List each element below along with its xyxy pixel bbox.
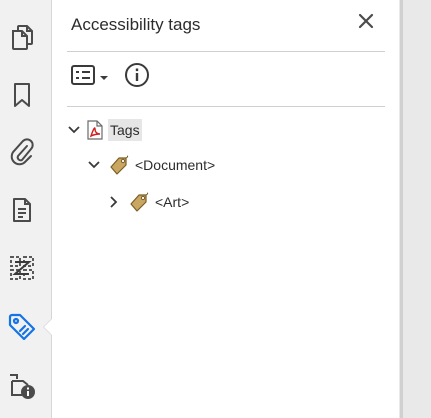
bookmark-icon [11, 81, 33, 109]
options-menu-button[interactable] [71, 64, 113, 90]
page-thumbnails-button[interactable] [4, 19, 40, 55]
tree-node-label: <Art> [155, 194, 190, 210]
accessibility-tags-panel: Accessibility tags Tags <Document> <Art> [53, 0, 399, 418]
tag-icon [129, 192, 149, 212]
tag-icon [7, 312, 37, 342]
toolbar-divider [67, 106, 385, 107]
panel-splitter[interactable] [400, 0, 403, 418]
tree-node-label: Tags [108, 119, 142, 141]
panel-title: Accessibility tags [71, 15, 201, 34]
tree-node-document[interactable]: <Document> [87, 153, 215, 177]
navigation-rail [0, 0, 52, 418]
pdf-file-icon [85, 120, 105, 140]
info-icon [124, 62, 150, 93]
paperclip-icon [9, 136, 35, 166]
order-icon [9, 255, 35, 281]
active-indicator [44, 319, 52, 335]
info-button[interactable] [124, 62, 150, 93]
document-content-icon [11, 196, 33, 224]
content-button[interactable] [4, 192, 40, 228]
caret-down-icon [99, 68, 109, 86]
page-thumbnails-icon [9, 23, 35, 51]
chevron-down-icon[interactable] [67, 123, 81, 137]
bookmarks-button[interactable] [4, 77, 40, 113]
accessibility-tags-button[interactable] [4, 309, 40, 345]
tag-icon [109, 155, 129, 175]
close-icon [358, 13, 374, 34]
document-area [399, 0, 431, 418]
order-button[interactable] [4, 250, 40, 286]
chevron-right-icon[interactable] [107, 195, 121, 209]
close-button[interactable] [355, 12, 377, 34]
reading-order-info-button[interactable] [4, 367, 40, 403]
attachments-button[interactable] [4, 133, 40, 169]
tree-node-tags[interactable]: Tags [67, 118, 142, 142]
header-divider [67, 51, 385, 52]
options-list-icon [71, 64, 95, 90]
tree-node-art[interactable]: <Art> [107, 190, 189, 214]
chevron-down-icon[interactable] [87, 158, 101, 172]
tree-node-label: <Document> [135, 157, 216, 173]
document-info-icon [7, 370, 37, 400]
